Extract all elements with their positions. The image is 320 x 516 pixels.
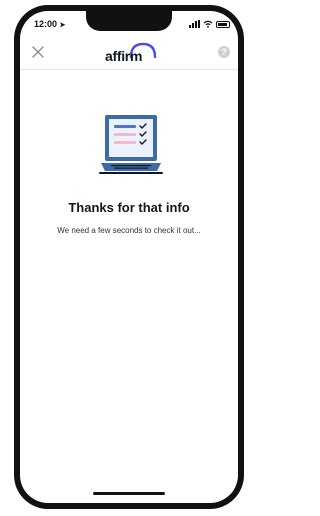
laptop-checklist-illustration	[99, 115, 163, 174]
page-subtitle: We need a few seconds to check it out...	[57, 226, 201, 235]
app-screen: 12:00 ➤ affirm ? Thanks for that info We…	[20, 11, 238, 503]
location-arrow-icon: ➤	[59, 22, 66, 29]
help-button[interactable]: ?	[218, 46, 230, 58]
affirm-logo: affirm	[105, 41, 165, 65]
status-icons	[189, 19, 230, 29]
wifi-icon	[203, 20, 213, 28]
battery-icon	[216, 20, 230, 28]
app-header: affirm ?	[20, 35, 238, 70]
status-time-text: 12:00	[34, 19, 58, 29]
status-time: 12:00 ➤	[34, 19, 65, 29]
home-indicator[interactable]	[93, 492, 165, 495]
cellular-signal-icon	[189, 20, 200, 28]
logo-text: affirm	[105, 48, 143, 64]
device-notch	[86, 11, 172, 31]
page-title: Thanks for that info	[68, 200, 190, 215]
close-icon[interactable]	[30, 44, 46, 60]
